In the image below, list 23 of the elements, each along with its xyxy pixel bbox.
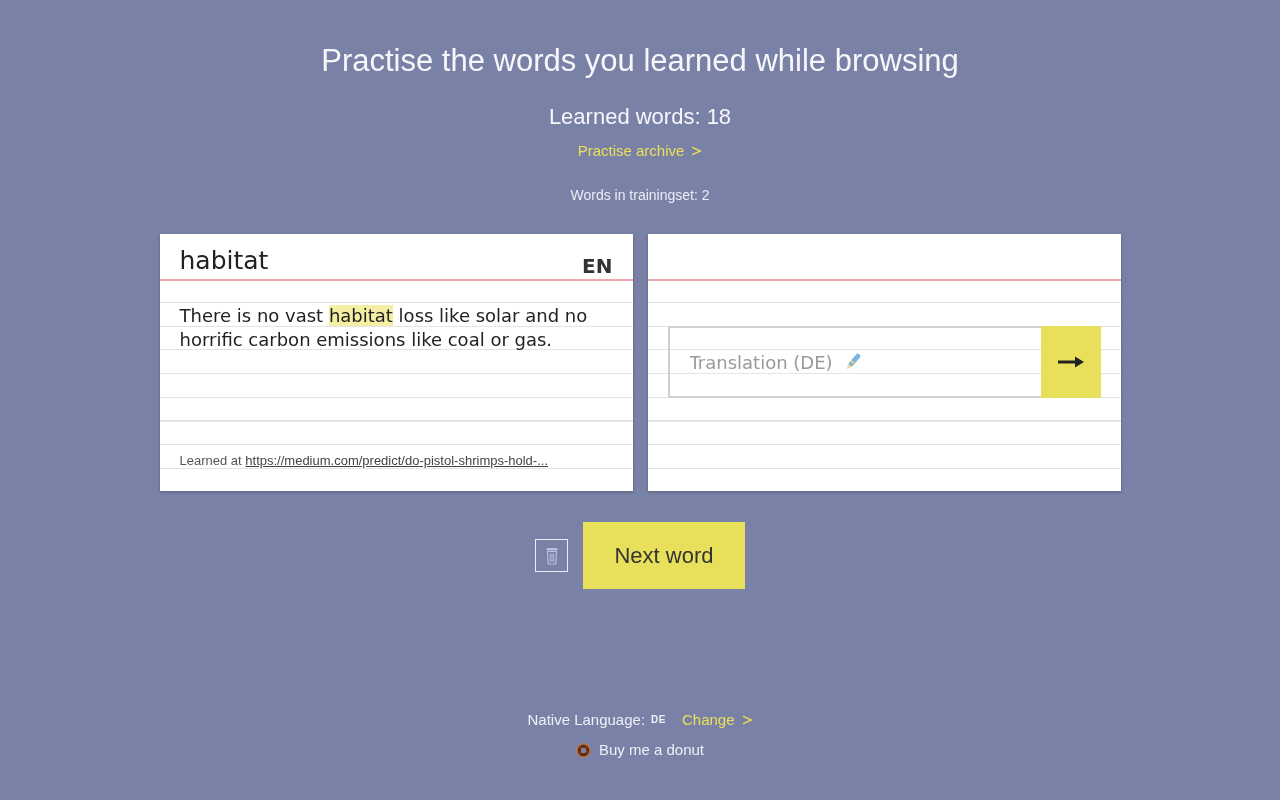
trash-icon bbox=[545, 546, 558, 565]
delete-button[interactable] bbox=[535, 539, 568, 572]
arrow-right-icon bbox=[1057, 356, 1084, 368]
pen-icon bbox=[844, 352, 861, 372]
example-sentence: There is no vast habitat loss like solar and no horrific carbon emissions like coal or gas. bbox=[179, 304, 589, 352]
page-title: Practise the words you learned while browsing bbox=[321, 42, 959, 79]
donut-icon bbox=[575, 742, 591, 758]
translation-input[interactable]: Translation (DE) bbox=[667, 326, 1041, 398]
next-word-button[interactable]: Next word bbox=[583, 522, 745, 589]
word-text: habitat bbox=[179, 246, 269, 276]
change-language-link[interactable]: Change bbox=[681, 711, 753, 729]
source-text: Learned at https://medium.com/predict/do-pistol-shrimps-hold-... bbox=[179, 453, 549, 469]
donate-link[interactable]: Buy me a donut bbox=[575, 741, 705, 759]
trainingset-count: Words in trainingset: 2 bbox=[570, 187, 710, 204]
source-link[interactable]: https://medium.com/predict/do-pistol-shrimps-hold-... bbox=[245, 453, 548, 468]
chevron-icon bbox=[742, 715, 753, 725]
native-language-label: Native Language: bbox=[527, 711, 646, 729]
language-label: EN bbox=[582, 254, 613, 278]
learned-words-count: Learned words: 18 bbox=[548, 104, 732, 130]
chevron-icon bbox=[692, 146, 703, 156]
practise-archive-link[interactable]: Practise archive bbox=[577, 142, 703, 160]
submit-button[interactable] bbox=[1040, 326, 1101, 398]
native-language-code: DE bbox=[651, 713, 666, 727]
